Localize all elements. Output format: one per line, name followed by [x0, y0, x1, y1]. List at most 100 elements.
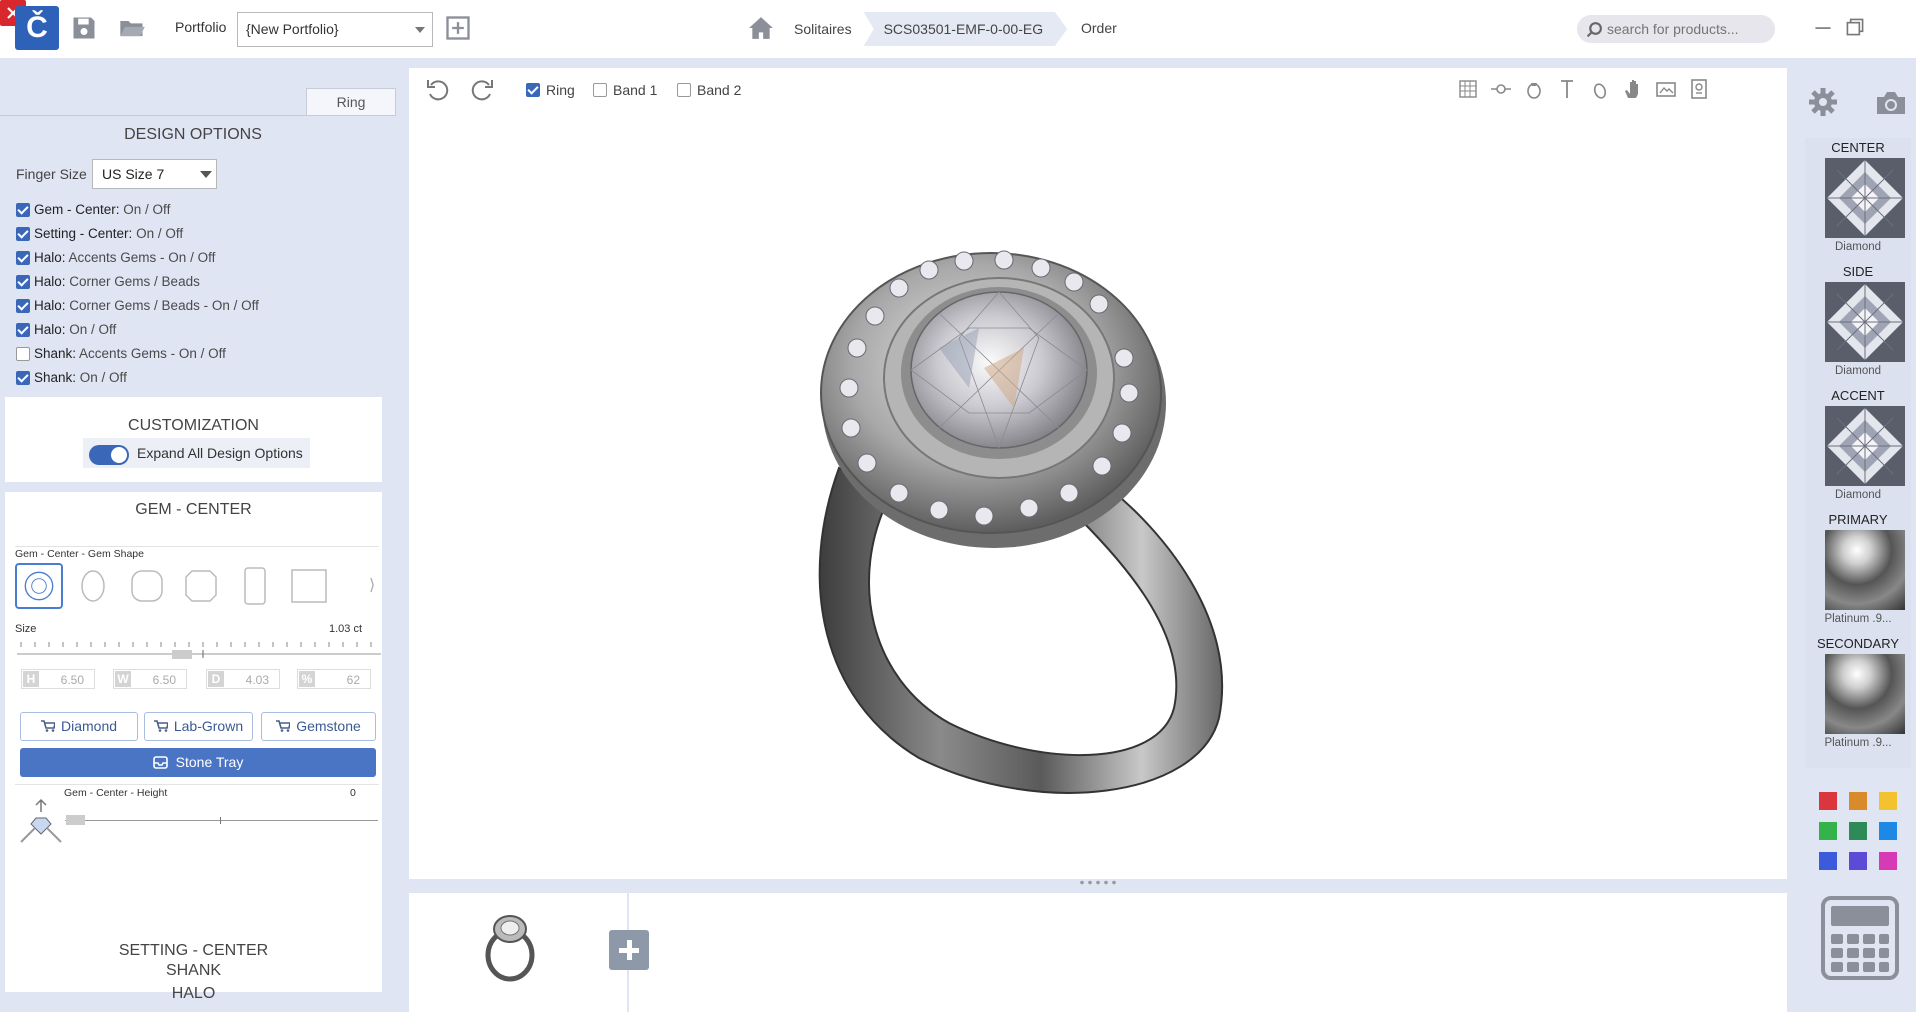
design-option-checkbox[interactable]	[16, 347, 30, 361]
finger-size-select[interactable]: US Size 7	[92, 159, 217, 189]
dimension-letter: W	[115, 671, 131, 687]
height-slider-thumb[interactable]	[66, 815, 85, 825]
oval-shape-option[interactable]	[69, 563, 117, 609]
section-divider	[15, 784, 379, 785]
ring-3d-model[interactable]	[779, 198, 1279, 798]
ring-thumbnail[interactable]	[481, 911, 539, 983]
breadcrumb: Solitaires SCS03501-EMF-0-00-EG	[782, 12, 1068, 46]
certificate-icon[interactable]	[1688, 78, 1710, 100]
design-option-checkbox[interactable]	[16, 275, 30, 289]
height-slider[interactable]	[65, 820, 378, 821]
gear-icon[interactable]	[1807, 86, 1839, 118]
dimension-field-3[interactable]: % 62	[297, 669, 371, 689]
section-setting-center[interactable]: SETTING - CENTER	[5, 942, 382, 960]
size-slider[interactable]	[17, 640, 381, 664]
color-swatch[interactable]	[1819, 792, 1837, 810]
image-export-icon[interactable]	[1655, 78, 1677, 100]
metal-swatch[interactable]	[1825, 654, 1905, 734]
cart-icon	[153, 720, 168, 732]
breadcrumb-product[interactable]: SCS03501-EMF-0-00-EG	[863, 12, 1068, 46]
size-slider-thumb[interactable]	[172, 650, 192, 659]
design-option-checkbox[interactable]	[16, 299, 30, 313]
color-swatch[interactable]	[1879, 822, 1897, 840]
ring-checkbox-box[interactable]	[526, 83, 540, 97]
round-shape-option[interactable]	[15, 563, 63, 609]
material-name: Platinum .9...	[1824, 737, 1892, 749]
color-swatch[interactable]	[1819, 852, 1837, 870]
cushion-shape-option[interactable]	[123, 563, 171, 609]
resize-handle[interactable]	[1078, 880, 1118, 885]
dimension-field-2[interactable]: D 4.03	[206, 669, 280, 689]
front-view-icon[interactable]	[1523, 78, 1545, 100]
tab-ring[interactable]: Ring	[306, 88, 396, 116]
diamond-icon	[1825, 158, 1905, 238]
color-swatch[interactable]	[1879, 792, 1897, 810]
design-option-checkbox[interactable]	[16, 371, 30, 385]
design-option-checkbox[interactable]	[16, 323, 30, 337]
section-halo[interactable]: HALO	[5, 985, 382, 1003]
restore-button[interactable]	[1842, 14, 1868, 40]
shop-lab-grown-button[interactable]: Lab-Grown	[144, 712, 253, 741]
color-swatch[interactable]	[1819, 822, 1837, 840]
design-option-checkbox[interactable]	[16, 227, 30, 241]
stone-tray-label: Stone Tray	[175, 754, 244, 770]
stone-tray-button[interactable]: Stone Tray	[20, 748, 376, 777]
expand-all-toggle[interactable]: Expand All Design Options	[83, 438, 310, 468]
emerald-shape-option[interactable]	[231, 563, 279, 609]
angle-view-icon[interactable]	[1589, 78, 1611, 100]
order-link[interactable]: Order	[1081, 20, 1117, 36]
diamond-swatch[interactable]	[1825, 158, 1905, 238]
color-swatch[interactable]	[1849, 822, 1867, 840]
design-option-checkbox[interactable]	[16, 251, 30, 265]
diamond-swatch[interactable]	[1825, 406, 1905, 486]
band1-checkbox-box[interactable]	[593, 83, 607, 97]
top-view-icon[interactable]	[1556, 78, 1578, 100]
color-swatch[interactable]	[1849, 792, 1867, 810]
band2-checkbox-label: Band 2	[697, 82, 742, 98]
save-icon[interactable]	[70, 14, 98, 42]
open-folder-icon[interactable]	[118, 14, 146, 42]
color-swatch[interactable]	[1879, 852, 1897, 870]
tray-icon	[152, 756, 168, 769]
app-logo[interactable]: Č	[15, 6, 59, 50]
portfolio-select[interactable]: {New Portfolio}	[237, 12, 433, 47]
dimension-field-0[interactable]: H 6.50	[21, 669, 95, 689]
color-swatch[interactable]	[1849, 852, 1867, 870]
dimension-value: 6.50	[152, 673, 176, 687]
shop-diamond-button[interactable]: Diamond	[20, 712, 138, 741]
add-portfolio-icon[interactable]	[444, 14, 472, 42]
dimension-field-1[interactable]: W 6.50	[113, 669, 187, 689]
home-icon[interactable]	[748, 16, 774, 40]
design-option-prefix: Halo:	[34, 322, 66, 337]
ring-viewer[interactable]: Ring Band 1 Band 2	[409, 68, 1787, 885]
breadcrumb-solitaires[interactable]: Solitaires	[782, 12, 864, 46]
design-option-checkbox[interactable]	[16, 203, 30, 217]
asscher-shape-option[interactable]	[177, 563, 225, 609]
calculator-icon[interactable]	[1821, 896, 1899, 980]
metal-swatch[interactable]	[1825, 530, 1905, 610]
gem-center-title[interactable]: GEM - CENTER	[5, 501, 382, 519]
diamond-swatch[interactable]	[1825, 282, 1905, 362]
tab-divider	[0, 115, 396, 116]
minimize-button[interactable]	[1810, 14, 1836, 40]
design-option-label: Shank: On / Off	[34, 370, 127, 385]
chevron-right-icon[interactable]: ⟩	[369, 575, 375, 595]
princess-shape-option[interactable]	[285, 563, 333, 609]
toggle-switch[interactable]	[89, 445, 129, 465]
search-box[interactable]	[1577, 15, 1775, 43]
design-option-prefix: Shank:	[34, 346, 77, 361]
add-design-button[interactable]	[609, 930, 649, 970]
grid-view-icon[interactable]	[1457, 78, 1479, 100]
design-thumbnail-strip	[409, 893, 1787, 1012]
side-view-icon[interactable]	[1490, 78, 1512, 100]
shop-gemstone-button[interactable]: Gemstone	[261, 712, 376, 741]
undo-icon[interactable]	[425, 77, 451, 103]
design-option-label: Halo: Corner Gems / Beads - On / Off	[34, 298, 259, 313]
band2-checkbox-box[interactable]	[677, 83, 691, 97]
design-option-suffix: On / Off	[69, 322, 117, 337]
camera-icon[interactable]	[1875, 90, 1907, 116]
search-input[interactable]	[1607, 18, 1767, 40]
section-shank[interactable]: SHANK	[5, 962, 382, 980]
redo-icon[interactable]	[469, 77, 495, 103]
hand-view-icon[interactable]	[1622, 78, 1644, 100]
